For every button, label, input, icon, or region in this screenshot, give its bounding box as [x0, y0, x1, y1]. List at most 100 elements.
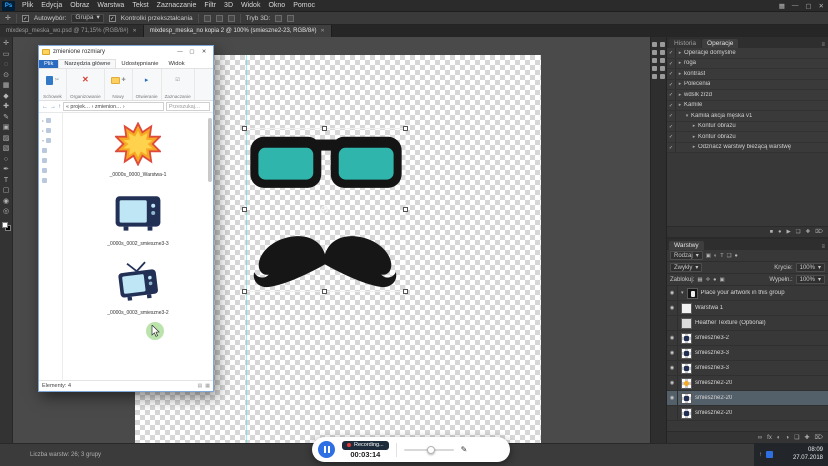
action-set-row[interactable]: ✓▸Operacje domyślne: [667, 48, 828, 59]
3d-mode-icon[interactable]: [275, 15, 282, 22]
filter-pixel-icon[interactable]: ▣: [706, 253, 711, 259]
new-group-icon[interactable]: ❑: [794, 434, 799, 441]
menu-item-zaznaczanie[interactable]: Zaznaczanie: [153, 0, 201, 12]
autoselect-checkbox[interactable]: ✓: [22, 15, 29, 22]
layer-row[interactable]: ◉smieszne3-3: [667, 346, 828, 361]
annotate-pen-icon[interactable]: ✎: [461, 445, 468, 454]
tool-clone-stamp[interactable]: ▣: [3, 124, 10, 131]
panel-icon[interactable]: [660, 42, 665, 47]
layer-group-row[interactable]: ◉▾Place your artwork in this group: [667, 286, 828, 301]
visibility-eye-icon[interactable]: ◉: [667, 361, 678, 375]
color-swatches[interactable]: [2, 222, 11, 231]
3d-mode-icon[interactable]: [287, 15, 294, 22]
nav-tree-item[interactable]: ▸: [42, 118, 59, 123]
tool-move[interactable]: ✛: [3, 40, 9, 47]
visibility-eye-icon[interactable]: ◉: [667, 286, 678, 300]
menu-item-obraz[interactable]: Obraz: [66, 0, 93, 12]
include-check-icon[interactable]: ✓: [667, 59, 676, 69]
panel-icon[interactable]: [652, 74, 657, 79]
back-icon[interactable]: ←: [42, 104, 48, 110]
include-check-icon[interactable]: ✓: [667, 69, 676, 79]
link-layers-icon[interactable]: ∞: [758, 435, 762, 441]
explorer-title-bar[interactable]: zmienione rozmiary — ▢ ✕: [39, 46, 213, 58]
group-caret-icon[interactable]: ▾: [681, 290, 684, 296]
transform-bounding-box[interactable]: [244, 128, 406, 292]
caret-icon[interactable]: ▸: [676, 50, 684, 56]
include-check-icon[interactable]: ✓: [667, 48, 676, 58]
nav-tree-item[interactable]: ▸: [42, 128, 59, 133]
layer-thumbnail[interactable]: [681, 378, 692, 389]
include-check-icon[interactable]: ✓: [667, 80, 676, 90]
menu-item-3d[interactable]: 3D: [220, 0, 237, 12]
tool-brush[interactable]: ✎: [3, 114, 9, 121]
visibility-eye-icon[interactable]: ◉: [667, 331, 678, 345]
ribbon-tab-udostepnianie[interactable]: Udostępnianie: [116, 60, 163, 68]
tool-hand[interactable]: ◉: [3, 198, 9, 205]
caret-icon[interactable]: ▸: [676, 102, 684, 108]
delete-icon[interactable]: ⌦: [815, 229, 823, 235]
caret-icon[interactable]: ▸: [690, 134, 698, 140]
open-icon[interactable]: ▸: [145, 76, 149, 84]
include-check-icon[interactable]: ✓: [667, 122, 676, 132]
explorer-maximize-icon[interactable]: ▢: [186, 49, 198, 55]
file-item-starburst[interactable]: _0000s_0000_Warstwa-1: [83, 118, 193, 187]
layer-thumbnail[interactable]: [681, 303, 692, 314]
ribbon-tab-narzedzia-glowne[interactable]: Narzędzia główne: [58, 59, 116, 68]
layer-style-icon[interactable]: fx: [767, 435, 772, 441]
select-all-icon[interactable]: ☑: [175, 77, 179, 83]
caret-icon[interactable]: ▸: [676, 81, 684, 87]
grid-view-icon[interactable]: ▦: [205, 383, 210, 389]
visibility-eye-icon[interactable]: ◉: [667, 301, 678, 315]
explorer-close-icon[interactable]: ✕: [198, 49, 210, 55]
align-center-icon[interactable]: [216, 15, 223, 22]
play-icon[interactable]: ▶: [786, 229, 790, 235]
lock-position-icon[interactable]: ✛: [706, 277, 711, 283]
action-row-expanded[interactable]: ✓▾Kamila akcja męska v1: [667, 111, 828, 122]
action-set-row[interactable]: ✓▸Kamile: [667, 101, 828, 112]
action-step-row[interactable]: ✓▸Kontur obrazu: [667, 122, 828, 133]
recorder-slider[interactable]: [404, 449, 454, 451]
panel-icon[interactable]: [660, 50, 665, 55]
search-input[interactable]: Przeszukaj…: [166, 102, 210, 111]
action-step-row[interactable]: ✓▸Odznacz warstwy bieżącą warstwę: [667, 143, 828, 154]
tray-expand-icon[interactable]: ↑: [759, 452, 762, 458]
new-set-icon[interactable]: ❑: [796, 229, 801, 235]
layer-row[interactable]: smieszne2-20: [667, 406, 828, 421]
tool-marquee[interactable]: ▭: [3, 51, 10, 58]
panel-icon[interactable]: [652, 58, 657, 63]
nav-tree-item[interactable]: ▾: [42, 138, 59, 143]
layer-row-selected[interactable]: ◉smieszne2-20: [667, 391, 828, 406]
include-check-icon[interactable]: ✓: [667, 143, 676, 153]
layer-row[interactable]: Heather Texture (Optional): [667, 316, 828, 331]
visibility-eye-icon[interactable]: ◉: [667, 376, 678, 390]
delete-layer-icon[interactable]: ⌦: [815, 434, 823, 441]
document-tab-1[interactable]: mixdesp_meska_wo.psd @ 71,15% (RGB/8#) ✕: [0, 25, 144, 37]
caret-icon[interactable]: ▸: [676, 71, 684, 77]
filter-kind-dropdown[interactable]: Rodzaj ▾: [670, 251, 703, 260]
clipboard-icon[interactable]: [46, 76, 53, 85]
include-check-icon[interactable]: ✓: [667, 132, 676, 142]
adjustment-layer-icon[interactable]: ◑: [785, 435, 789, 441]
filter-adjustment-icon[interactable]: ◐: [714, 253, 717, 259]
action-set-row[interactable]: ✓▸roga: [667, 59, 828, 70]
filter-type-icon[interactable]: T: [720, 253, 723, 259]
layer-row[interactable]: ◉smieszne2-20: [667, 376, 828, 391]
visibility-eye-off[interactable]: [667, 406, 678, 420]
tool-pen[interactable]: ✒: [3, 166, 9, 173]
new-folder-icon[interactable]: [111, 77, 120, 84]
tab-operacje[interactable]: Operacje: [702, 39, 738, 48]
file-explorer-window[interactable]: zmienione rozmiary — ▢ ✕ Plik Narzędzia …: [38, 45, 214, 392]
layer-thumbnail[interactable]: [681, 333, 692, 344]
lock-transparent-icon[interactable]: ▦: [697, 277, 702, 283]
transform-handle-n[interactable]: [322, 126, 327, 131]
panel-icon[interactable]: [660, 66, 665, 71]
layer-row[interactable]: ◉smieszne3-2: [667, 331, 828, 346]
file-item-tv-antenna[interactable]: _0000s_0003_smieszne3-2: [83, 256, 193, 325]
foreground-color-swatch[interactable]: [2, 222, 8, 228]
tool-eyedropper[interactable]: ◆: [3, 93, 8, 100]
caret-icon[interactable]: ▸: [690, 144, 698, 150]
delete-icon[interactable]: ✕: [82, 76, 89, 84]
lock-image-icon[interactable]: ●: [713, 277, 716, 283]
tray-app-icon[interactable]: [766, 451, 773, 458]
tab-warstwy[interactable]: Warstwy: [669, 241, 704, 250]
